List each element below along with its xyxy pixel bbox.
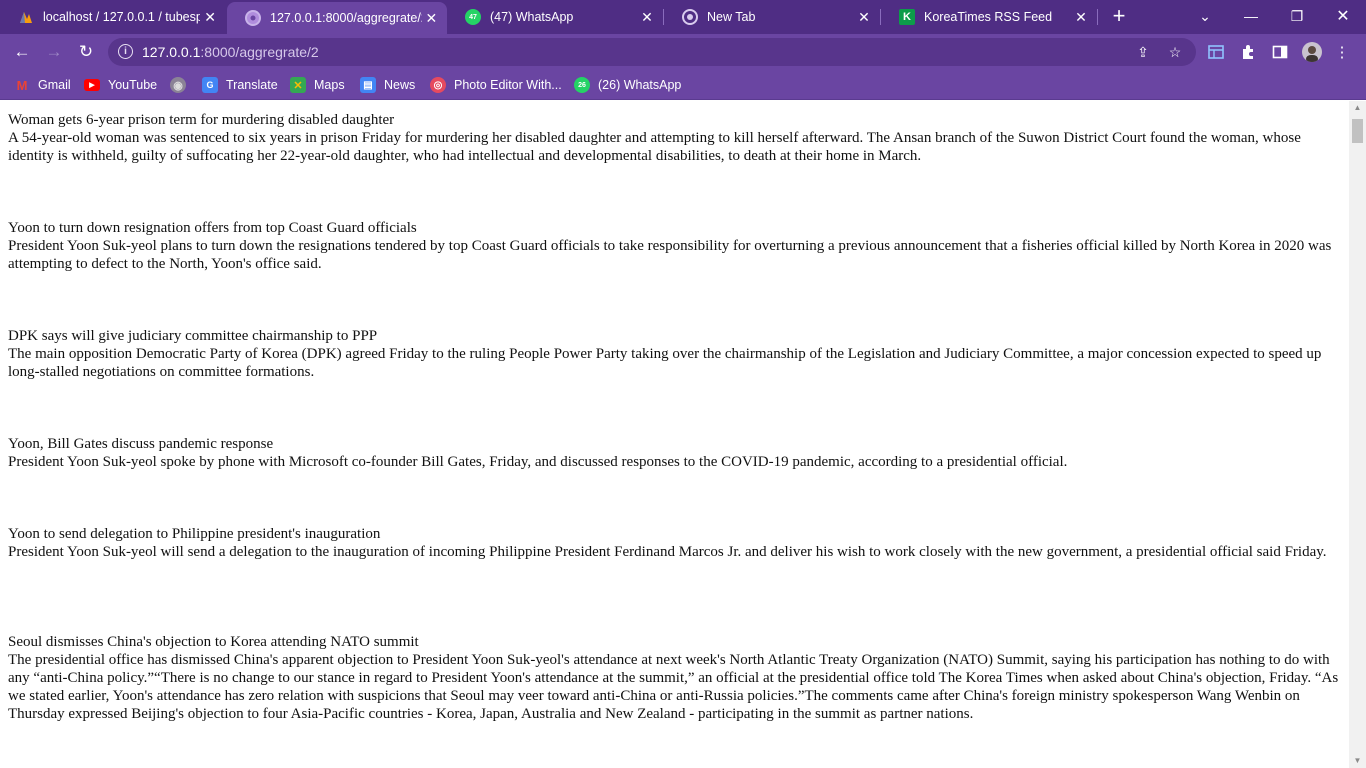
bookmark-label: Maps — [314, 78, 345, 92]
tab-strip: localhost / 127.0.0.1 / tubesp ✕ 127.0.0… — [0, 0, 1366, 34]
tab-aggregrate[interactable]: 127.0.0.1:8000/aggregrate/2 ✕ — [227, 2, 447, 34]
google-news-icon: ▤ — [360, 77, 376, 93]
article-item: DPK says will give judiciary committee c… — [8, 327, 1342, 381]
tab-search-button[interactable]: ⌄ — [1182, 0, 1228, 32]
side-panel-icon[interactable] — [1270, 42, 1290, 62]
whatsapp-icon: 47 — [465, 9, 481, 25]
address-bar[interactable]: i 127.0.0.1:8000/aggregrate/2 ⇪ ☆ — [108, 38, 1196, 66]
spreadsheet-extension-icon[interactable] — [1206, 42, 1226, 62]
whatsapp-icon: 26 — [574, 77, 590, 93]
tab-koreatimes[interactable]: K KoreaTimes RSS Feed ✕ — [881, 0, 1097, 34]
bookmark-globe[interactable]: ◉ — [170, 76, 194, 94]
close-tab-icon[interactable]: ✕ — [200, 7, 220, 27]
article-headline: Yoon, Bill Gates discuss pandemic respon… — [8, 436, 274, 452]
scroll-up-arrow-icon[interactable]: ▲ — [1349, 101, 1366, 115]
article-item: Yoon, Bill Gates discuss pandemic respon… — [8, 435, 1342, 471]
article-headline: DPK says will give judiciary committee c… — [8, 328, 378, 344]
bookmark-label: News — [384, 78, 416, 92]
bookmark-label: Photo Editor With... — [454, 78, 562, 92]
tab-title: KoreaTimes RSS Feed — [924, 10, 1053, 24]
youtube-icon: ▶ — [84, 79, 100, 91]
scroll-down-arrow-icon[interactable]: ▼ — [1349, 754, 1366, 768]
browser-menu-icon[interactable]: ⋮ — [1332, 42, 1352, 62]
bookmark-whatsapp[interactable]: 26 (26) WhatsApp — [574, 76, 681, 94]
article-item: Yoon to turn down resignation offers fro… — [8, 219, 1342, 273]
close-tab-icon[interactable]: ✕ — [1071, 7, 1091, 27]
extensions-puzzle-icon[interactable] — [1238, 42, 1258, 62]
chrome-globe-icon — [245, 10, 261, 26]
article-summary: President Yoon Suk-yeol spoke by phone w… — [8, 454, 1068, 470]
tab-new-tab[interactable]: New Tab ✕ — [664, 0, 880, 34]
tab-title: localhost / 127.0.0.1 / tubesp — [43, 10, 201, 24]
tab-whatsapp[interactable]: 47 (47) WhatsApp ✕ — [447, 0, 663, 34]
address-url[interactable]: 127.0.0.1:8000/aggregrate/2 — [142, 44, 319, 60]
article-headline: Woman gets 6-year prison term for murder… — [8, 112, 395, 128]
page-viewport: Woman gets 6-year prison term for murder… — [0, 101, 1349, 768]
chrome-icon — [682, 9, 698, 25]
bookmark-label: Translate — [226, 78, 278, 92]
url-host: 127.0.0.1 — [142, 44, 201, 60]
photo-editor-icon: ◎ — [430, 77, 446, 93]
url-path: :8000/aggregrate/2 — [200, 44, 319, 60]
article-item: Woman gets 6-year prison term for murder… — [8, 111, 1342, 165]
minimize-button[interactable]: — — [1228, 0, 1274, 32]
bookmark-photo-editor[interactable]: ◎ Photo Editor With... — [430, 76, 562, 94]
article-summary: President Yoon Suk-yeol plans to turn do… — [8, 238, 1332, 272]
globe-icon: ◉ — [170, 77, 186, 93]
bookmark-star-icon[interactable]: ☆ — [1166, 43, 1184, 61]
close-tab-icon[interactable]: ✕ — [637, 7, 657, 27]
phpmyadmin-icon — [18, 9, 34, 25]
bookmark-maps[interactable]: ✕ Maps — [290, 76, 345, 94]
bookmark-translate[interactable]: G Translate — [202, 76, 278, 94]
bookmarks-bar: M Gmail ▶ YouTube ◉ G Translate ✕ Maps ▤… — [0, 70, 1366, 100]
close-window-button[interactable]: ✕ — [1320, 0, 1366, 32]
reload-icon[interactable]: ↻ — [74, 40, 98, 64]
article-summary: President Yoon Suk-yeol will send a dele… — [8, 544, 1327, 560]
google-maps-icon: ✕ — [290, 77, 306, 93]
article-summary: The main opposition Democratic Party of … — [8, 346, 1322, 380]
bookmark-news[interactable]: ▤ News — [360, 76, 415, 94]
tab-divider — [1097, 9, 1098, 25]
close-tab-icon[interactable]: ✕ — [854, 7, 874, 27]
profile-avatar[interactable] — [1302, 42, 1322, 62]
bookmark-label: (26) WhatsApp — [598, 78, 682, 92]
share-icon[interactable]: ⇪ — [1134, 43, 1152, 61]
koreatimes-icon: K — [899, 9, 915, 25]
tab-title: (47) WhatsApp — [490, 10, 574, 24]
scrollbar-thumb[interactable] — [1352, 119, 1363, 143]
article-headline: Yoon to turn down resignation offers fro… — [8, 220, 417, 236]
article-summary: The presidential office has dismissed Ch… — [8, 652, 1339, 722]
browser-toolbar: ← → ↻ i 127.0.0.1:8000/aggregrate/2 ⇪ ☆ … — [0, 34, 1366, 70]
back-arrow-icon[interactable]: ← — [10, 40, 34, 64]
forward-arrow-icon[interactable]: → — [42, 40, 66, 64]
tab-phpmyadmin[interactable]: localhost / 127.0.0.1 / tubesp ✕ — [0, 0, 226, 34]
google-translate-icon: G — [202, 77, 218, 93]
bookmark-label: YouTube — [108, 78, 158, 92]
vertical-scrollbar[interactable]: ▲ ▼ — [1349, 101, 1366, 768]
bookmark-youtube[interactable]: ▶ YouTube — [84, 76, 157, 94]
tab-title: New Tab — [707, 10, 756, 24]
bookmark-gmail[interactable]: M Gmail — [14, 76, 71, 94]
restore-button[interactable]: ❐ — [1274, 0, 1320, 32]
article-item: Yoon to send delegation to Philippine pr… — [8, 525, 1342, 561]
article-summary: A 54-year-old woman was sentenced to six… — [8, 130, 1301, 164]
bookmark-label: Gmail — [38, 78, 71, 92]
site-info-icon[interactable]: i — [118, 44, 133, 59]
article-item: Seoul dismisses China's objection to Kor… — [8, 633, 1342, 723]
article-headline: Yoon to send delegation to Philippine pr… — [8, 526, 381, 542]
close-tab-icon[interactable]: ✕ — [422, 8, 441, 28]
new-tab-button[interactable]: + — [1108, 5, 1130, 27]
gmail-icon: M — [16, 77, 28, 93]
article-headline: Seoul dismisses China's objection to Kor… — [8, 634, 419, 650]
tab-title: 127.0.0.1:8000/aggregrate/2 — [270, 11, 422, 25]
